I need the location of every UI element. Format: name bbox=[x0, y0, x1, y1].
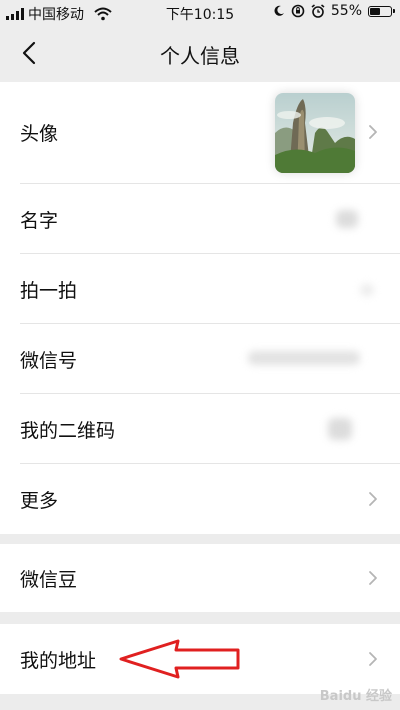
avatar-landscape-image bbox=[275, 93, 355, 173]
chevron-right-icon bbox=[369, 492, 377, 506]
row-pat[interactable]: 拍一拍 bbox=[0, 254, 400, 324]
row-wechat-id[interactable]: 微信号 bbox=[0, 324, 400, 394]
chevron-right-icon bbox=[369, 571, 377, 585]
chevron-right-icon bbox=[369, 652, 377, 666]
row-more[interactable]: 更多 bbox=[0, 464, 400, 534]
name-value-blurred bbox=[336, 210, 358, 228]
row-qr-code[interactable]: 我的二维码 bbox=[0, 394, 400, 464]
status-left: 中国移动 bbox=[6, 4, 112, 24]
pat-value-blurred bbox=[360, 284, 374, 296]
profile-info-group: 头像 名字 拍一拍 微信号 我的二维码 更多 bbox=[0, 82, 400, 534]
row-label-more: 更多 bbox=[20, 490, 59, 512]
nav-bar: 个人信息 bbox=[0, 26, 400, 82]
signal-strength-icon bbox=[6, 8, 24, 20]
alarm-icon bbox=[311, 4, 325, 18]
red-arrow-icon bbox=[119, 639, 240, 679]
wechat-beans-group: 微信豆 bbox=[0, 544, 400, 612]
row-label-wechat-beans: 微信豆 bbox=[20, 569, 78, 591]
battery-fill bbox=[370, 7, 381, 15]
rotation-lock-icon bbox=[291, 4, 305, 18]
battery-percent: 55% bbox=[330, 3, 362, 19]
row-label-wechat-id: 微信号 bbox=[20, 350, 78, 372]
row-label-my-address: 我的地址 bbox=[20, 650, 97, 672]
moon-icon bbox=[274, 5, 284, 16]
page-title: 个人信息 bbox=[160, 44, 240, 68]
qr-code-icon bbox=[328, 418, 352, 440]
row-label-qr-code: 我的二维码 bbox=[20, 420, 116, 442]
avatar[interactable] bbox=[275, 93, 355, 173]
status-right: 55% bbox=[273, 3, 395, 19]
carrier-name: 中国移动 bbox=[28, 7, 84, 23]
row-label-pat: 拍一拍 bbox=[20, 280, 78, 302]
battery-icon bbox=[368, 5, 395, 17]
row-label-name: 名字 bbox=[20, 210, 59, 232]
wifi-icon bbox=[94, 7, 112, 21]
row-wechat-beans[interactable]: 微信豆 bbox=[0, 544, 400, 612]
row-label-avatar: 头像 bbox=[20, 123, 59, 145]
row-name[interactable]: 名字 bbox=[0, 184, 400, 254]
watermark: Baidu 经验 bbox=[319, 689, 392, 704]
chevron-right-icon bbox=[369, 125, 377, 139]
wechat-id-value-blurred bbox=[248, 351, 360, 365]
row-avatar[interactable]: 头像 bbox=[0, 82, 400, 184]
status-bar: 中国移动 下午10:15 55% bbox=[0, 0, 400, 26]
